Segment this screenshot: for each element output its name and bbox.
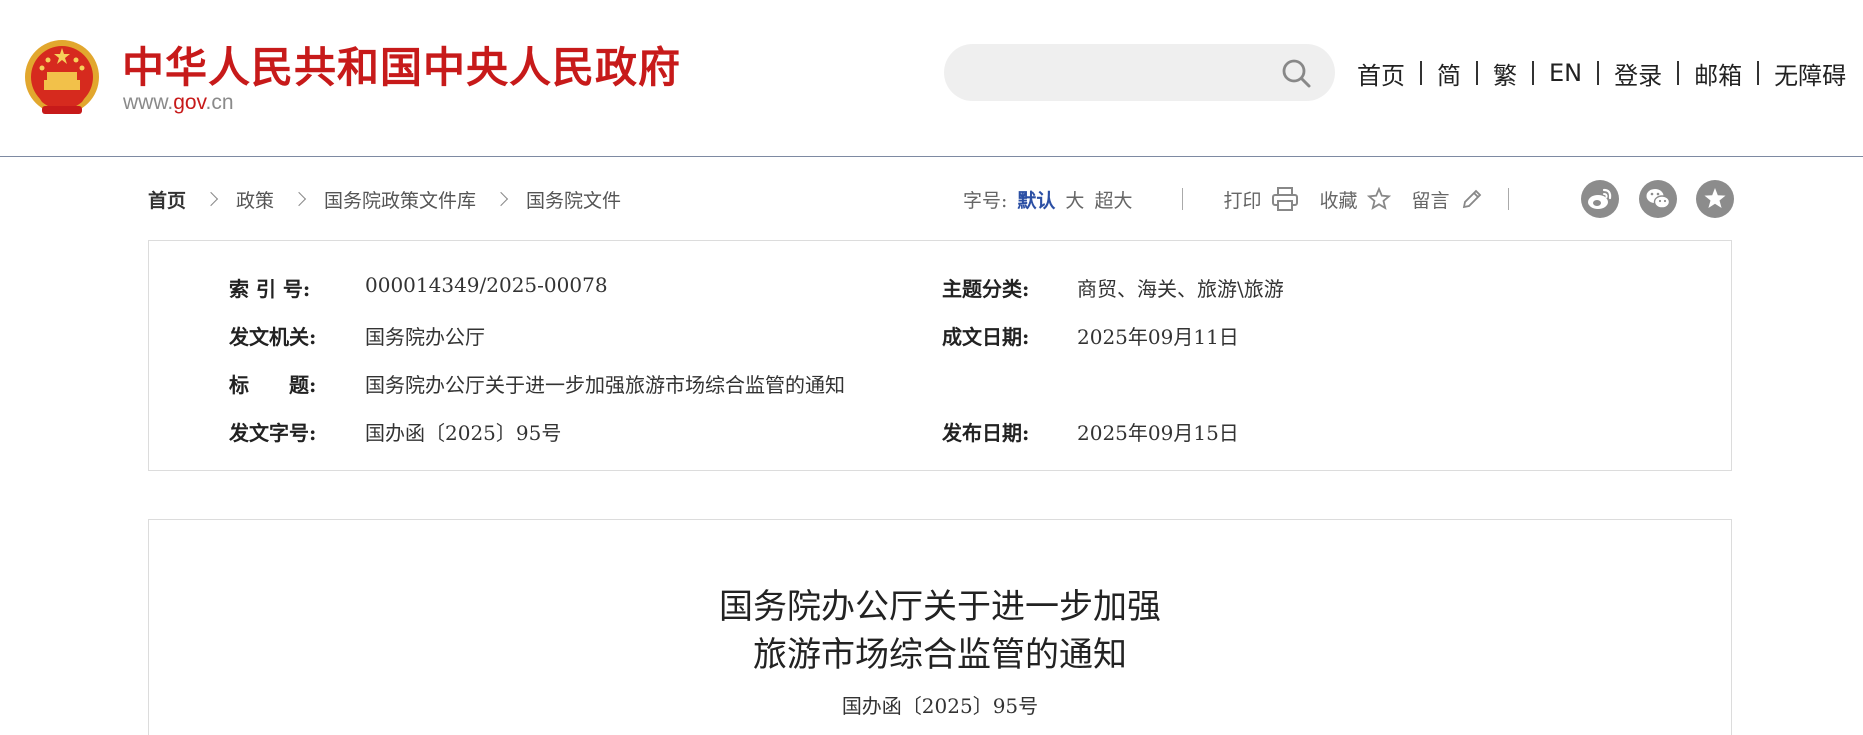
nav-divider	[1420, 61, 1422, 85]
tools-divider	[1507, 188, 1509, 210]
chevron-right-icon	[493, 191, 509, 207]
chevron-right-icon	[291, 191, 307, 207]
title-value: 国务院办公厅关于进一步加强旅游市场综合监管的通知	[365, 373, 845, 397]
topic-label: 主题分类:	[942, 277, 1030, 301]
title-label: 标 题:	[229, 373, 317, 397]
article-title: 国务院办公厅关于进一步加强 旅游市场综合监管的通知	[149, 583, 1731, 679]
nav-accessibility[interactable]: 无障碍	[1774, 56, 1846, 91]
print-label: 打印	[1223, 189, 1262, 212]
search-input[interactable]	[966, 44, 1266, 101]
article-doc-number: 国办函〔2025〕95号	[841, 694, 1039, 718]
font-size-large[interactable]: 大	[1065, 186, 1084, 213]
font-size-label: 字号:	[963, 189, 1008, 212]
published-date-label: 发布日期:	[942, 421, 1030, 445]
issuer-label: 发文机关:	[229, 325, 317, 349]
search-icon[interactable]	[1281, 58, 1311, 88]
print-button[interactable]: 打印	[1223, 186, 1299, 213]
topic-value: 商贸、海关、旅游\旅游	[1077, 277, 1284, 301]
published-date-value: 2025年09月15日	[1077, 421, 1239, 445]
favorite-button[interactable]: 收藏	[1319, 186, 1392, 213]
nav-divider	[1532, 61, 1534, 85]
top-nav: 首页 简 繁 EN 登录 邮箱 无障碍	[1357, 55, 1846, 91]
search-box[interactable]	[944, 44, 1335, 101]
nav-mailbox[interactable]: 邮箱	[1694, 56, 1742, 91]
pencil-icon	[1462, 189, 1481, 209]
doc-number-label: 发文字号:	[229, 421, 317, 445]
nav-traditional[interactable]: 繁	[1493, 56, 1517, 91]
star-icon	[1704, 188, 1726, 208]
article-title-line: 国务院办公厅关于进一步加强	[719, 587, 1161, 627]
domain-gov: gov	[173, 91, 206, 114]
article-tools: 字号: 默认 大 超大 打印 收藏 留言	[963, 182, 1549, 216]
written-date-label: 成文日期:	[942, 325, 1030, 349]
breadcrumb: 首页 政策 国务院政策文件库 国务院文件	[148, 186, 621, 212]
favorite-share-button[interactable]	[1696, 180, 1734, 218]
comment-label: 留言	[1411, 189, 1450, 212]
tools-divider	[1182, 188, 1184, 210]
chevron-right-icon	[203, 191, 219, 207]
meta-row: 发文字号: 国办函〔2025〕95号 发布日期: 2025年09月15日	[149, 417, 1731, 457]
wechat-icon	[1646, 189, 1671, 209]
article-body: 国务院办公厅关于进一步加强 旅游市场综合监管的通知 国办函〔2025〕95号	[148, 519, 1732, 735]
issuer-value: 国务院办公厅	[365, 325, 485, 349]
font-size-xlarge[interactable]: 超大	[1094, 186, 1132, 213]
domain-prefix: www.	[123, 91, 174, 114]
index-value: 000014349/2025-00078	[365, 273, 608, 297]
breadcrumb-home[interactable]: 首页	[148, 186, 186, 213]
nav-login[interactable]: 登录	[1614, 56, 1662, 91]
weibo-icon	[1588, 188, 1612, 209]
weibo-share-button[interactable]	[1581, 180, 1619, 218]
nav-divider	[1677, 61, 1680, 85]
meta-row: 标 题: 国务院办公厅关于进一步加强旅游市场综合监管的通知	[149, 369, 1731, 409]
favorite-label: 收藏	[1319, 189, 1358, 212]
font-size-default[interactable]: 默认	[1017, 186, 1055, 213]
nav-english[interactable]: EN	[1549, 59, 1582, 87]
meta-row: 索 引 号: 000014349/2025-00078 主题分类: 商贸、海关、…	[149, 273, 1731, 313]
site-header: 中华人民共和国中央人民政府 www.gov.cn 首页 简 繁 EN 登录 邮箱…	[0, 0, 1863, 157]
meta-row: 发文机关: 国务院办公厅 成文日期: 2025年09月11日	[149, 321, 1731, 361]
national-emblem-icon[interactable]	[24, 36, 100, 118]
breadcrumb-policy[interactable]: 政策	[236, 186, 274, 213]
star-outline-icon	[1367, 187, 1392, 210]
breadcrumb-state-council-docs[interactable]: 国务院文件	[526, 186, 621, 213]
nav-divider	[1597, 61, 1600, 85]
domain-suffix: .cn	[205, 91, 234, 114]
written-date-value: 2025年09月11日	[1077, 325, 1239, 349]
document-metadata: 索 引 号: 000014349/2025-00078 主题分类: 商贸、海关、…	[148, 240, 1732, 471]
site-title[interactable]: 中华人民共和国中央人民政府	[122, 34, 681, 95]
wechat-share-button[interactable]	[1639, 180, 1677, 218]
nav-home[interactable]: 首页	[1357, 56, 1405, 91]
nav-divider	[1757, 61, 1760, 85]
doc-number-value: 国办函〔2025〕95号	[365, 421, 562, 445]
index-label: 索 引 号:	[229, 277, 311, 301]
site-domain[interactable]: www.gov.cn	[123, 91, 234, 115]
article-title-line: 旅游市场综合监管的通知	[753, 635, 1127, 675]
printer-icon	[1272, 187, 1299, 211]
nav-divider	[1476, 61, 1478, 85]
breadcrumb-policy-library[interactable]: 国务院政策文件库	[324, 186, 476, 213]
nav-simplified[interactable]: 简	[1437, 56, 1461, 91]
comment-button[interactable]: 留言	[1411, 186, 1483, 213]
